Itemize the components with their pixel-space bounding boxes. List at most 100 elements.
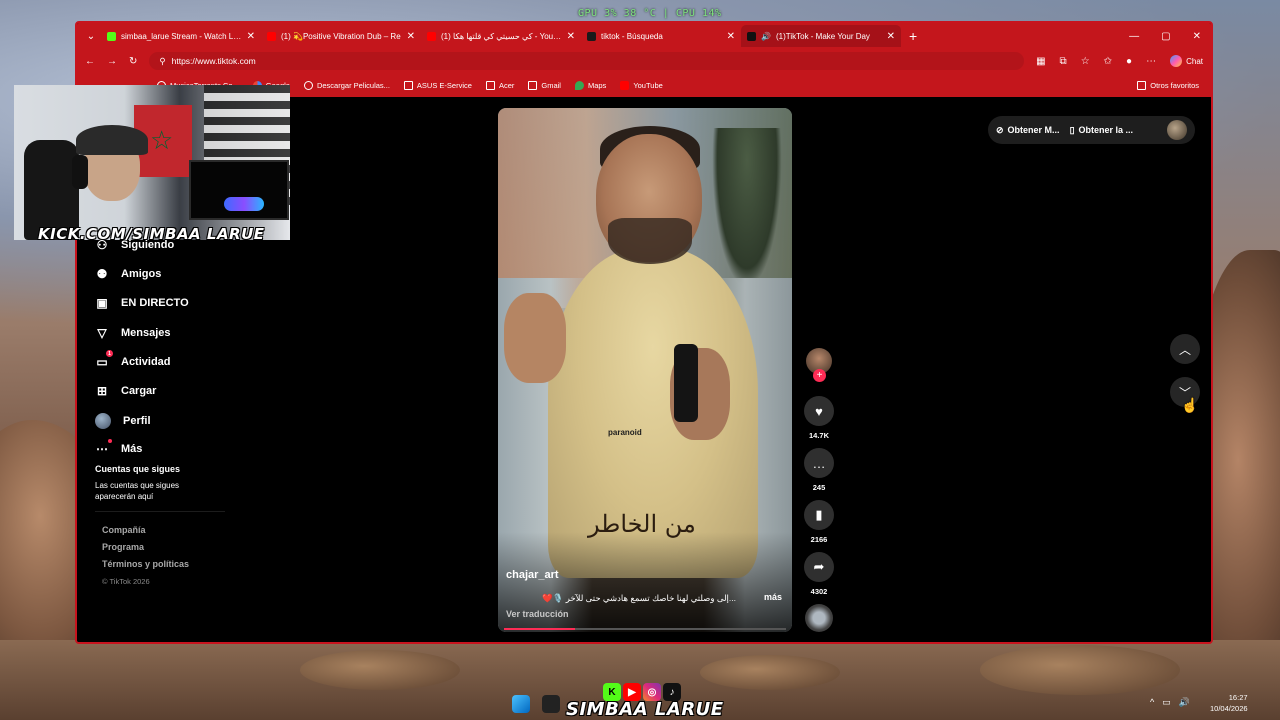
bookmark-item[interactable]: ASUS E-Service bbox=[403, 80, 472, 90]
youtube-favicon-icon bbox=[427, 31, 436, 41]
folder-icon bbox=[1137, 80, 1147, 90]
volume-icon[interactable]: 🔊 bbox=[1179, 697, 1190, 708]
browser-tab[interactable]: simbaa_larue Stream - Watch Live ✕ bbox=[101, 25, 261, 47]
divider bbox=[95, 511, 225, 512]
kick-favicon-icon bbox=[107, 31, 116, 41]
extension-icon[interactable]: ⧉ bbox=[1060, 56, 1067, 67]
footer-link-program[interactable]: Programa bbox=[102, 542, 189, 552]
taskbar-clock[interactable]: 16:27 10/04/2026 bbox=[1210, 693, 1248, 714]
back-icon[interactable]: ← bbox=[85, 56, 95, 67]
search-favicon-icon bbox=[587, 31, 596, 41]
comment-button[interactable]: … 245 bbox=[804, 448, 834, 492]
activity-icon: ▭ 1 bbox=[95, 350, 113, 369]
user-avatar[interactable] bbox=[1167, 120, 1187, 140]
music-disc-icon[interactable] bbox=[805, 604, 833, 632]
sidebar-item-more[interactable]: ⋯ Más bbox=[95, 439, 142, 456]
more-icon: ⋯ bbox=[95, 439, 112, 456]
address-bar: ← → ↻ ⚲ https://www.tiktok.com ▦ ⧉ ☆ ✩ ●… bbox=[77, 49, 1211, 73]
previous-video-button[interactable]: ︿ bbox=[1170, 334, 1200, 364]
toolbar-icons: ▦ ⧉ ☆ ✩ ● ⋯ Chat bbox=[1036, 55, 1203, 67]
like-button[interactable]: ♥ 14.7K bbox=[804, 396, 834, 440]
footer-link-terms[interactable]: Términos y políticas bbox=[102, 559, 189, 569]
notification-badge: 1 bbox=[106, 350, 113, 357]
phone-icon: ▯ bbox=[1069, 124, 1075, 135]
video-actions: + ♥ 14.7K … 245 ▮ 2166 ➦ 4302 bbox=[804, 97, 834, 642]
bookmark-item[interactable]: Acer bbox=[485, 80, 514, 90]
upload-icon: ⊞ bbox=[96, 384, 108, 398]
copilot-icon bbox=[1170, 55, 1183, 67]
account-icon[interactable]: ● bbox=[1126, 56, 1132, 67]
video-author[interactable]: chajar_art bbox=[506, 569, 559, 581]
sidebar-item-activity[interactable]: ▭ 1 Actividad bbox=[95, 350, 171, 369]
browser-tab[interactable]: (1) كي حسيتي كي قلتها هكا - YouTube ✕ bbox=[421, 25, 581, 47]
sidebar-item-upload[interactable]: ⊞ Cargar bbox=[95, 384, 157, 398]
tiktok-favicon-icon bbox=[747, 31, 756, 41]
sidebar-item-following[interactable]: ⚇ Siguiendo bbox=[95, 238, 175, 252]
sidebar-item-live[interactable]: ▣ EN DIRECTO bbox=[95, 296, 188, 310]
bookmark-item[interactable]: Descargar Peliculas... bbox=[303, 80, 390, 90]
sidebar-item-friends[interactable]: ⚉ Amigos bbox=[95, 267, 162, 281]
video-progress-bar[interactable] bbox=[504, 628, 786, 630]
video-caption: ...إلى وصلتي لهنا خاصك تسمع هادشي حتى لل… bbox=[542, 593, 736, 603]
video-player[interactable]: paranoid من الخاطر chajar_art ...إلى وصل… bbox=[498, 108, 792, 632]
browser-tab[interactable]: (1) 💫Positive Vibration Dub – Re ✕ bbox=[261, 25, 421, 47]
new-tab-button[interactable]: + bbox=[909, 28, 917, 44]
folder-icon bbox=[403, 80, 413, 90]
youtube-icon bbox=[620, 80, 630, 90]
forward-icon[interactable]: → bbox=[107, 56, 117, 67]
speaker-icon[interactable]: 🔊 bbox=[761, 32, 771, 41]
footer-links: Compañía Programa Términos y políticas bbox=[102, 525, 189, 576]
tab-actions-menu-icon[interactable]: ⌄ bbox=[81, 31, 101, 42]
browser-tab-active[interactable]: 🔊 (1)TikTok - Make Your Day ✕ bbox=[741, 25, 901, 47]
get-desktop-app-button[interactable]: ⊘ Obtener M... bbox=[996, 125, 1060, 136]
chevron-up-icon: ︿ bbox=[1178, 342, 1191, 357]
close-tab-icon[interactable]: ✕ bbox=[727, 31, 735, 42]
notion-icon[interactable] bbox=[542, 695, 560, 713]
maximize-icon[interactable]: ▢ bbox=[1161, 31, 1170, 42]
close-tab-icon[interactable]: ✕ bbox=[247, 31, 255, 42]
bookmark-item[interactable]: YouTube bbox=[620, 80, 663, 90]
chevron-up-icon[interactable]: ^ bbox=[1150, 697, 1154, 708]
bookmark-item[interactable]: Gmail bbox=[528, 80, 561, 90]
follow-plus-icon[interactable]: + bbox=[813, 369, 826, 382]
chat-button[interactable]: Chat bbox=[1170, 55, 1203, 67]
heart-icon: ♥ bbox=[804, 396, 834, 426]
sidebar-item-messages[interactable]: ▽ Mensajes bbox=[95, 326, 170, 340]
site-info-icon[interactable]: ⚲ bbox=[159, 56, 165, 67]
following-accounts-note: Las cuentas que sigues aparecerán aquí bbox=[95, 481, 180, 501]
url-field[interactable]: ⚲ https://www.tiktok.com bbox=[149, 52, 1025, 70]
following-accounts-title: Cuentas que sigues bbox=[95, 464, 181, 474]
close-tab-icon[interactable]: ✕ bbox=[887, 31, 895, 42]
save-button[interactable]: ▮ 2166 bbox=[804, 500, 834, 544]
system-tray: ^ ▭ 🔊 bbox=[1150, 697, 1190, 708]
messages-icon: ▽ bbox=[97, 326, 107, 340]
other-favorites-folder[interactable]: Otros favoritos bbox=[1137, 80, 1211, 90]
footer-link-company[interactable]: Compañía bbox=[102, 525, 189, 535]
folder-icon bbox=[485, 80, 495, 90]
windows-start-icon[interactable] bbox=[512, 695, 530, 713]
globe-icon bbox=[303, 80, 313, 90]
apps-icon[interactable]: ▦ bbox=[1036, 56, 1045, 67]
share-button[interactable]: ➦ 4302 bbox=[804, 552, 834, 596]
close-tab-icon[interactable]: ✕ bbox=[567, 31, 575, 42]
bookmark-icon: ▮ bbox=[804, 500, 834, 530]
see-translation-link[interactable]: Ver traducción bbox=[506, 609, 569, 619]
performance-overlay: GPU 3% 38 °C | CPU 14% bbox=[578, 8, 722, 19]
browser-tab[interactable]: tiktok - Búsqueda ✕ bbox=[581, 25, 741, 47]
profile-avatar bbox=[95, 413, 111, 429]
share-icon: ➦ bbox=[804, 552, 834, 582]
get-mobile-app-button[interactable]: ▯ Obtener la ... bbox=[1070, 125, 1133, 136]
minimize-icon[interactable]: — bbox=[1129, 31, 1139, 42]
bookmark-item[interactable]: Maps bbox=[574, 80, 606, 90]
refresh-icon[interactable]: ↻ bbox=[129, 56, 137, 67]
caption-more-button[interactable]: más bbox=[764, 592, 782, 602]
star-icon[interactable]: ☆ bbox=[1081, 56, 1090, 67]
menu-icon[interactable]: ⋯ bbox=[1146, 56, 1156, 67]
network-icon[interactable]: ▭ bbox=[1162, 697, 1171, 708]
favorites-icon[interactable]: ✩ bbox=[1104, 56, 1112, 67]
youtube-favicon-icon bbox=[267, 31, 276, 41]
close-tab-icon[interactable]: ✕ bbox=[407, 31, 415, 42]
sidebar-item-profile[interactable]: Perfil bbox=[95, 413, 151, 429]
streamer-name-overlay: SIMBAA LARUE bbox=[566, 699, 724, 720]
close-window-icon[interactable]: ✕ bbox=[1193, 31, 1201, 42]
